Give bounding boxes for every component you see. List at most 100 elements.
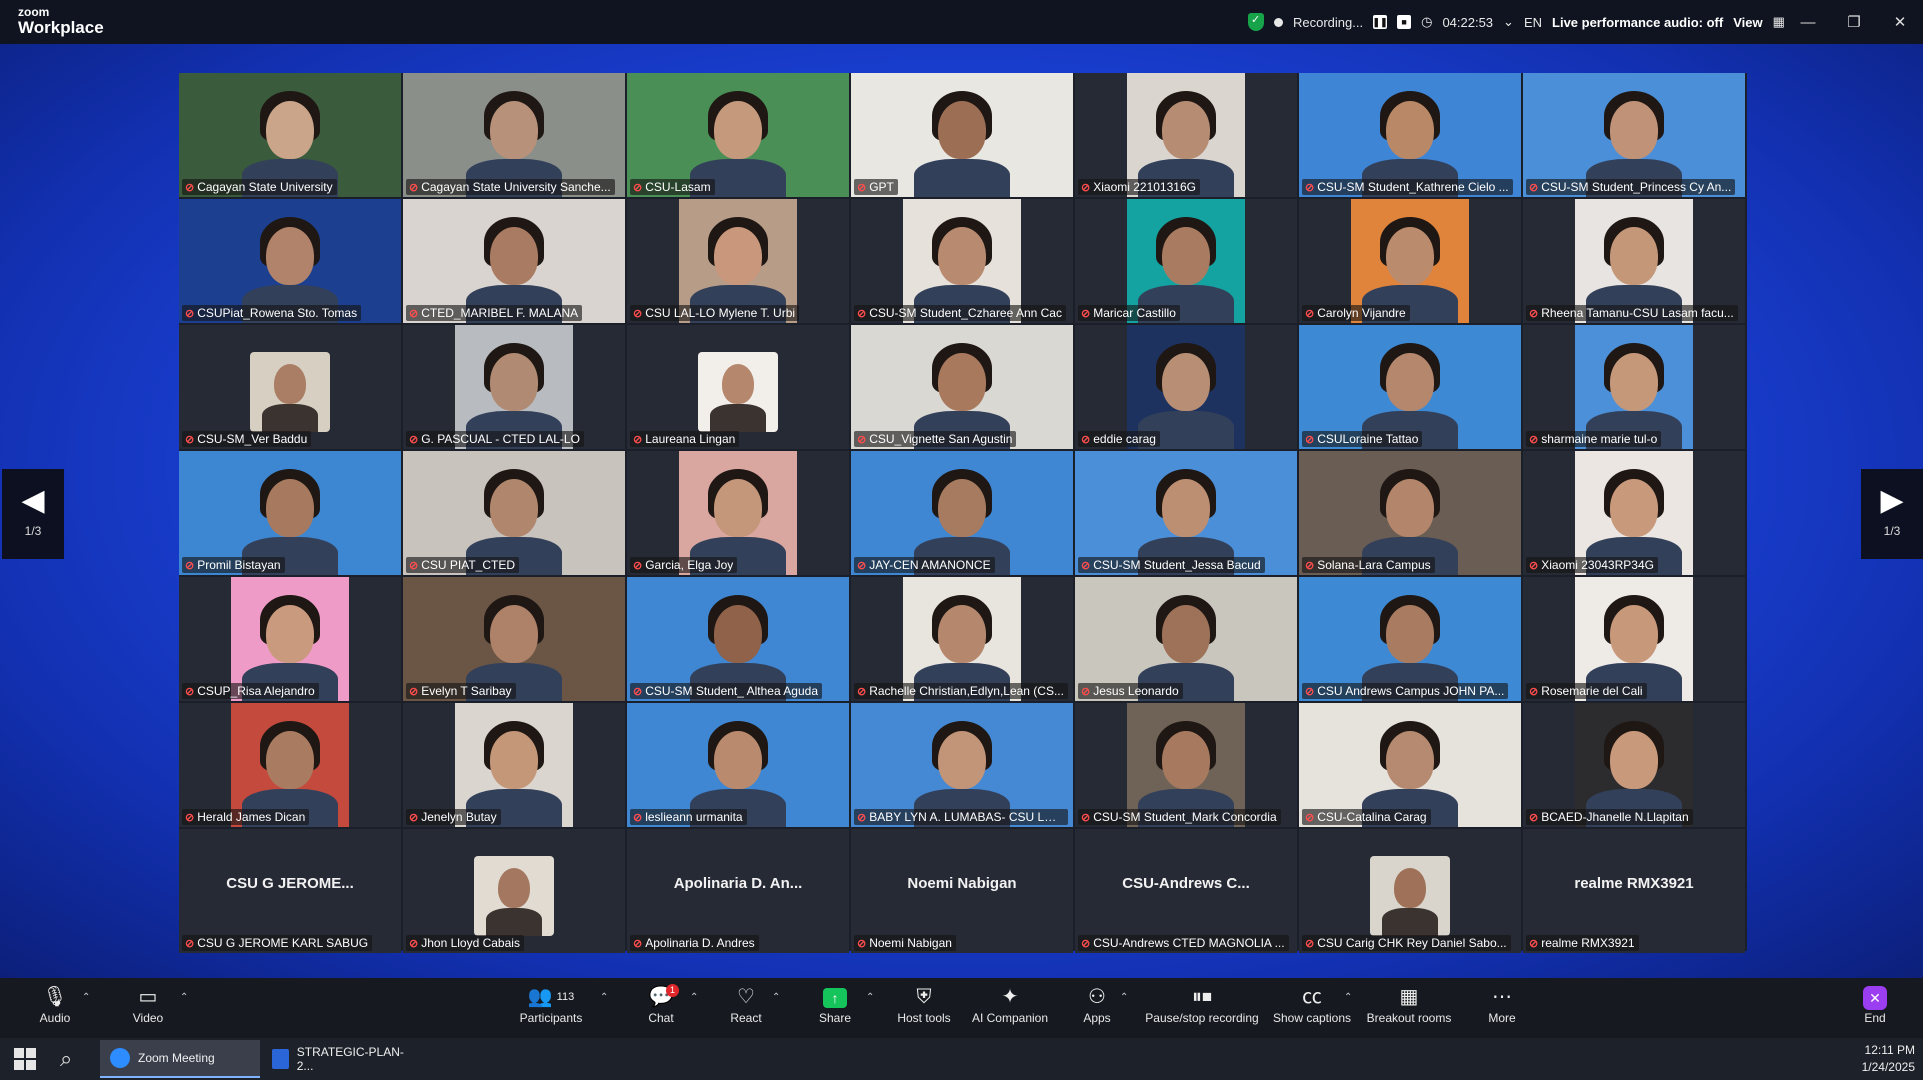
react-caret-icon[interactable]: ⌃ <box>772 992 780 1003</box>
chat-caret-icon[interactable]: ⌃ <box>690 992 698 1003</box>
participant-tile[interactable]: ⊘ Cagayan State University <box>179 73 401 197</box>
participant-tile[interactable]: Apolinaria D. An... ⊘ Apolinaria D. Andres <box>627 829 849 953</box>
participant-tile[interactable]: ⊘ CSU-SM Student_Czharee Ann Cac <box>851 199 1073 323</box>
participant-tile[interactable]: ⊘ Rheena Tamanu-CSU Lasam facu... <box>1523 199 1745 323</box>
participant-tile[interactable]: ⊘ Evelyn T Saribay <box>403 577 625 701</box>
participant-tile[interactable]: ⊘ CSU_Vignette San Agustin <box>851 325 1073 449</box>
previous-page-button[interactable]: ◀ 1/3 <box>2 469 64 559</box>
windows-taskbar: ⌕ Zoom Meeting STRATEGIC-PLAN-2... 12:11… <box>0 1038 1923 1080</box>
pause-stop-recording-button[interactable]: ⏸⏹ Pause/stop recording <box>1144 984 1260 1034</box>
taskbar-zoom-meeting[interactable]: Zoom Meeting <box>100 1040 260 1078</box>
more-button[interactable]: ⋯ More <box>1486 984 1518 1034</box>
participant-tile[interactable]: ⊘ Cagayan State University Sanche... <box>403 73 625 197</box>
pause-stop-icon: ⏸⏹ <box>1192 986 1212 1008</box>
restore-button[interactable]: ❐ <box>1831 8 1877 36</box>
participant-tile[interactable]: ⊘ Promil Bistayan <box>179 451 401 575</box>
close-button[interactable]: ✕ <box>1877 8 1923 36</box>
audio-button[interactable]: 🎙 Audio <box>36 984 74 1034</box>
participant-name: Noemi Nabigan <box>869 936 952 950</box>
participant-tile[interactable]: ⊘ CSUPiat_Rowena Sto. Tomas <box>179 199 401 323</box>
system-clock[interactable]: 12:11 PM 1/24/2025 <box>1862 1042 1915 1076</box>
participant-tile[interactable]: ⊘ Carolyn Vijandre <box>1299 199 1521 323</box>
participant-tile[interactable]: ⊘ CSU-SM Student_Jessa Bacud <box>1075 451 1297 575</box>
participant-tile[interactable]: ⊘ Herald James Dican <box>179 703 401 827</box>
stop-recording-icon[interactable]: ■ <box>1397 15 1412 29</box>
end-meeting-button[interactable]: ✕ End <box>1860 984 1890 1034</box>
video-button[interactable]: ▭ Video <box>128 984 168 1034</box>
minimize-button[interactable]: — <box>1785 8 1831 36</box>
host-tools-button[interactable]: ⛨ Host tools <box>896 984 952 1034</box>
participant-tile[interactable]: ⊘ CSU-SM Student_Princess Cy An... <box>1523 73 1745 197</box>
participant-tile[interactable]: ⊘ Laureana Lingan <box>627 325 849 449</box>
participant-tile[interactable]: ⊘ Jenelyn Butay <box>403 703 625 827</box>
participant-tile[interactable]: ⊘ sharmaine marie tul-o <box>1523 325 1745 449</box>
encryption-shield-icon[interactable] <box>1248 13 1264 31</box>
participant-name: Evelyn T Saribay <box>421 684 512 698</box>
search-icon[interactable]: ⌕ <box>60 1046 72 1072</box>
participants-caret-icon[interactable]: ⌃ <box>600 992 608 1003</box>
participant-tile[interactable]: ⊘ CSU-SM Student_Mark Concordia <box>1075 703 1297 827</box>
show-captions-button[interactable]: ㏄ Show captions <box>1272 984 1352 1034</box>
participant-tile[interactable]: ⊘ CSU-SM Student_Kathrene Cielo ... <box>1299 73 1521 197</box>
participant-tile[interactable]: ⊘ CSU-Lasam <box>627 73 849 197</box>
audio-options-caret-icon[interactable]: ⌃ <box>82 992 90 1003</box>
participant-tile[interactable]: ⊘ CSU-SM Student_ Althea Aguda <box>627 577 849 701</box>
participant-tile[interactable]: ⊘ Garcia, Elga Joy <box>627 451 849 575</box>
participant-tile[interactable]: ⊘ G. PASCUAL - CTED LAL-LO <box>403 325 625 449</box>
participant-tile[interactable]: ⊘ CTED_MARIBEL F. MALANA <box>403 199 625 323</box>
next-page-button[interactable]: ▶ 1/3 <box>1861 469 1923 559</box>
participant-tile[interactable]: ⊘ GPT <box>851 73 1073 197</box>
participant-tile[interactable]: ⊘ CSU Andrews Campus JOHN PA... <box>1299 577 1521 701</box>
participant-tile[interactable]: Noemi Nabigan ⊘ Noemi Nabigan <box>851 829 1073 953</box>
participant-tile[interactable]: ⊘ Xiaomi 22101316G <box>1075 73 1297 197</box>
taskbar-strategic-plan[interactable]: STRATEGIC-PLAN-2... <box>262 1040 422 1078</box>
more-label: More <box>1488 1011 1516 1025</box>
chevron-down-icon[interactable]: ⌄ <box>1503 14 1514 30</box>
participant-tile[interactable]: ⊘ JAY-CEN AMANONCE <box>851 451 1073 575</box>
participant-name-tag: ⊘ Maricar Castillo <box>1078 305 1180 321</box>
grid-view-icon[interactable]: ▦ <box>1773 14 1785 30</box>
breakout-rooms-button[interactable]: ▦ Breakout rooms <box>1366 984 1452 1034</box>
participant-tile[interactable]: ⊘ CSULoraine Tattao <box>1299 325 1521 449</box>
meeting-timer[interactable]: 04:22:53 <box>1442 15 1493 30</box>
apps-caret-icon[interactable]: ⌃ <box>1120 992 1128 1003</box>
muted-mic-icon: ⊘ <box>185 811 195 824</box>
participant-tile[interactable]: CSU-Andrews C... ⊘ CSU-Andrews CTED MAGNOL… <box>1075 829 1297 953</box>
participant-tile[interactable]: ⊘ Rosemarie del Cali <box>1523 577 1745 701</box>
apps-button[interactable]: ⚇ Apps <box>1082 984 1112 1034</box>
participant-tile[interactable]: CSU G JEROME... ⊘ CSU G JEROME KARL SABUG <box>179 829 401 953</box>
language-button[interactable]: EN <box>1524 15 1542 30</box>
live-audio-status[interactable]: Live performance audio: off <box>1552 15 1723 30</box>
participant-tile[interactable]: ⊘ BCAED-Jhanelle N.Llapitan <box>1523 703 1745 827</box>
participant-tile[interactable]: ⊘ CSUP_Risa Alejandro <box>179 577 401 701</box>
participant-tile[interactable]: ⊘ Xiaomi 23043RP34G <box>1523 451 1745 575</box>
chat-button[interactable]: 💬 1 Chat <box>646 984 680 1034</box>
participant-tile[interactable]: ⊘ eddie carag <box>1075 325 1297 449</box>
participant-tile[interactable]: ⊘ BABY LYN A. LUMABAS- CSU LAL... <box>851 703 1073 827</box>
participant-tile[interactable]: ⊘ Jesus Leonardo <box>1075 577 1297 701</box>
participant-tile[interactable]: ⊘ Solana-Lara Campus <box>1299 451 1521 575</box>
participant-tile[interactable]: ⊘ leslieann urmanita <box>627 703 849 827</box>
participant-tile[interactable]: ⊘ Maricar Castillo <box>1075 199 1297 323</box>
clock-date: 1/24/2025 <box>1861 1060 1915 1074</box>
share-button[interactable]: ↑ Share <box>818 984 852 1034</box>
view-button[interactable]: View <box>1733 15 1762 30</box>
participant-tile[interactable]: ⊘ Jhon Lloyd Cabais <box>403 829 625 953</box>
muted-mic-icon: ⊘ <box>1081 307 1091 320</box>
react-button[interactable]: ♡ React <box>728 984 764 1034</box>
participant-tile[interactable]: ⊘ CSU LAL-LO Mylene T. Urbi <box>627 199 849 323</box>
participants-button[interactable]: 👥 113 Participants <box>518 984 584 1034</box>
ai-companion-button[interactable]: ✦ AI Companion <box>970 984 1050 1034</box>
participant-tile[interactable]: ⊘ CSU PIAT_CTED <box>403 451 625 575</box>
participant-tile[interactable]: ⊘ CSU Carig CHK Rey Daniel Sabo... <box>1299 829 1521 953</box>
participant-tile[interactable]: ⊘ CSU-SM_Ver Baddu <box>179 325 401 449</box>
participant-tile[interactable]: realme RMX3921 ⊘ realme RMX3921 <box>1523 829 1745 953</box>
participant-tile[interactable]: ⊘ CSU-Catalina Carag <box>1299 703 1521 827</box>
captions-caret-icon[interactable]: ⌃ <box>1344 992 1352 1003</box>
video-options-caret-icon[interactable]: ⌃ <box>180 992 188 1003</box>
share-caret-icon[interactable]: ⌃ <box>866 992 874 1003</box>
participant-tile[interactable]: ⊘ Rachelle Christian,Edlyn,Lean (CS... <box>851 577 1073 701</box>
pause-recording-icon[interactable]: ❚❚ <box>1373 15 1388 29</box>
muted-mic-icon: ⊘ <box>1529 307 1539 320</box>
windows-start-icon[interactable] <box>14 1048 36 1070</box>
